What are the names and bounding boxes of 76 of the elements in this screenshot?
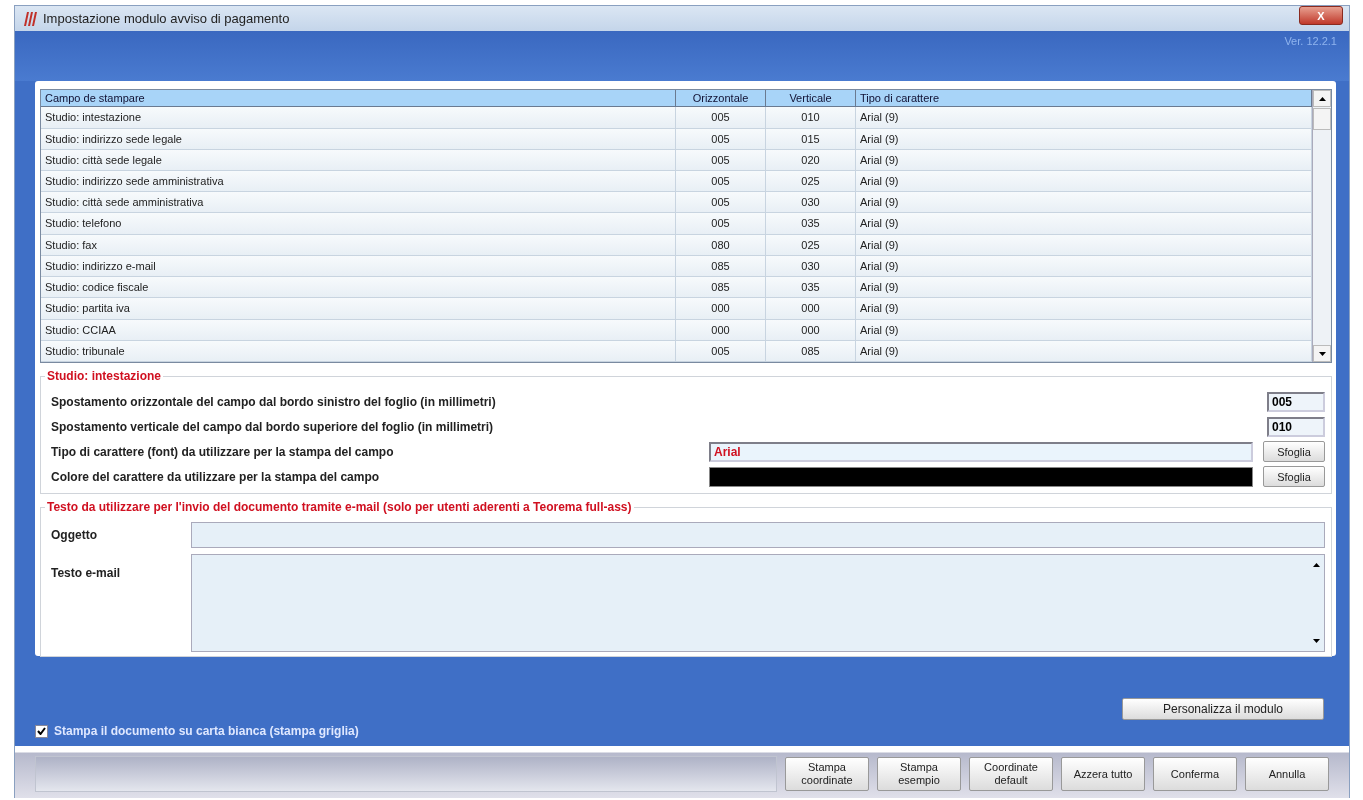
number-field[interactable]: 010 — [1267, 416, 1325, 437]
up-arrow-icon — [1318, 96, 1326, 101]
table-cell: 005 — [676, 192, 766, 213]
table-cell: Studio: indirizzo e-mail — [41, 255, 676, 277]
table-cell: Studio: CCIAA — [41, 319, 676, 340]
down-arrow-icon — [1312, 639, 1320, 643]
browse-button[interactable]: Sfoglia — [1263, 466, 1325, 487]
scroll-up-button[interactable] — [1313, 90, 1331, 107]
setting-label: Tipo di carattere (font) da utilizzare per la stampa del campo — [51, 444, 394, 459]
action-button[interactable]: Azzera tutto — [1061, 757, 1145, 791]
checkbox[interactable] — [35, 724, 48, 738]
table-cell: Studio: tribunale — [41, 340, 676, 361]
table-cell: 030 — [766, 192, 856, 213]
number-field[interactable]: 005 — [1267, 391, 1325, 412]
table-cell: 000 — [766, 298, 856, 319]
scrollbar[interactable] — [1312, 90, 1331, 362]
action-button[interactable]: Stampa esempio — [877, 757, 961, 791]
table-cell: 000 — [766, 319, 856, 340]
group-title: Studio: intestazione — [46, 369, 162, 383]
action-button[interactable]: Coordinate default — [969, 757, 1053, 791]
scrollbar-thumb[interactable] — [1313, 108, 1331, 130]
close-button[interactable]: X — [1299, 6, 1343, 25]
app-logo-icon — [21, 11, 37, 26]
setting-label: Spostamento verticale del campo dal bordo superiore del foglio (in millimetri) — [51, 419, 494, 434]
column-header[interactable]: Campo de stampare — [41, 90, 676, 107]
table-cell: Studio: città sede amministrativa — [41, 192, 676, 213]
font-field[interactable]: Arial — [709, 441, 1253, 462]
table-cell: 025 — [766, 171, 856, 192]
table-cell: Studio: indirizzo sede legale — [41, 128, 676, 149]
table-cell: Studio: città sede legale — [41, 149, 676, 171]
table-cell: 000 — [676, 298, 766, 319]
table-cell: 085 — [676, 277, 766, 298]
table-cell: Studio: partita iva — [41, 298, 676, 319]
column-header[interactable]: Orizzontale — [676, 90, 766, 107]
table-cell: 035 — [766, 277, 856, 298]
setting-label: Spostamento orizzontale del campo dal bordo sinistro del foglio (in millimetri) — [51, 394, 496, 409]
window-title: Impostazione modulo avviso di pagamento — [43, 11, 291, 26]
customize-button[interactable]: Personalizza il modulo — [1122, 698, 1324, 720]
table-cell: 080 — [676, 234, 766, 255]
table-cell: 005 — [676, 213, 766, 234]
table-cell: 015 — [766, 128, 856, 149]
email-body-field[interactable] — [191, 554, 1325, 652]
table-cell: 000 — [676, 319, 766, 340]
action-button[interactable]: Conferma — [1153, 757, 1237, 791]
version-label: Ver. 12.2.1 — [1284, 35, 1337, 49]
table-cell: 035 — [766, 213, 856, 234]
scroll-down-button[interactable] — [1313, 345, 1331, 362]
table-cell: 025 — [766, 234, 856, 255]
color-swatch[interactable] — [709, 466, 1253, 487]
table-cell: 005 — [676, 149, 766, 171]
column-header[interactable]: Verticale — [766, 90, 856, 107]
action-button[interactable]: Annulla — [1245, 757, 1329, 791]
checkbox-label: Stampa il documento su carta bianca (stampa griglia) — [54, 724, 359, 738]
table-cell: Studio: fax — [41, 234, 676, 255]
table-cell: Studio: telefono — [41, 213, 676, 234]
table-cell: 085 — [766, 340, 856, 361]
table-cell: 005 — [676, 340, 766, 361]
table-cell: 085 — [676, 255, 766, 277]
browse-button[interactable]: Sfoglia — [1263, 441, 1325, 462]
field-label: Testo e-mail — [51, 565, 122, 582]
setting-label: Colore del carattere da utilizzare per la stampa del campo — [51, 469, 380, 484]
group-title: Testo da utilizzare per l'invio del documento tramite e-mail (solo per utenti aderenti a Teorema full-ass) — [46, 500, 633, 514]
subject-field[interactable] — [191, 522, 1325, 548]
table-cell: 020 — [766, 149, 856, 171]
table-cell: 005 — [676, 107, 766, 128]
table-cell: Studio: indirizzo sede amministrativa — [41, 171, 676, 192]
field-label: Oggetto — [51, 528, 98, 542]
table-cell: Studio: codice fiscale — [41, 277, 676, 298]
action-button[interactable]: Stampa coordinate — [785, 757, 869, 791]
table-cell: 030 — [766, 255, 856, 277]
table-cell: 005 — [676, 171, 766, 192]
table-cell: 005 — [676, 128, 766, 149]
table-cell: 010 — [766, 107, 856, 128]
down-arrow-icon — [1318, 351, 1326, 356]
table-cell: Studio: intestazione — [41, 107, 676, 128]
up-arrow-icon — [1312, 563, 1320, 567]
